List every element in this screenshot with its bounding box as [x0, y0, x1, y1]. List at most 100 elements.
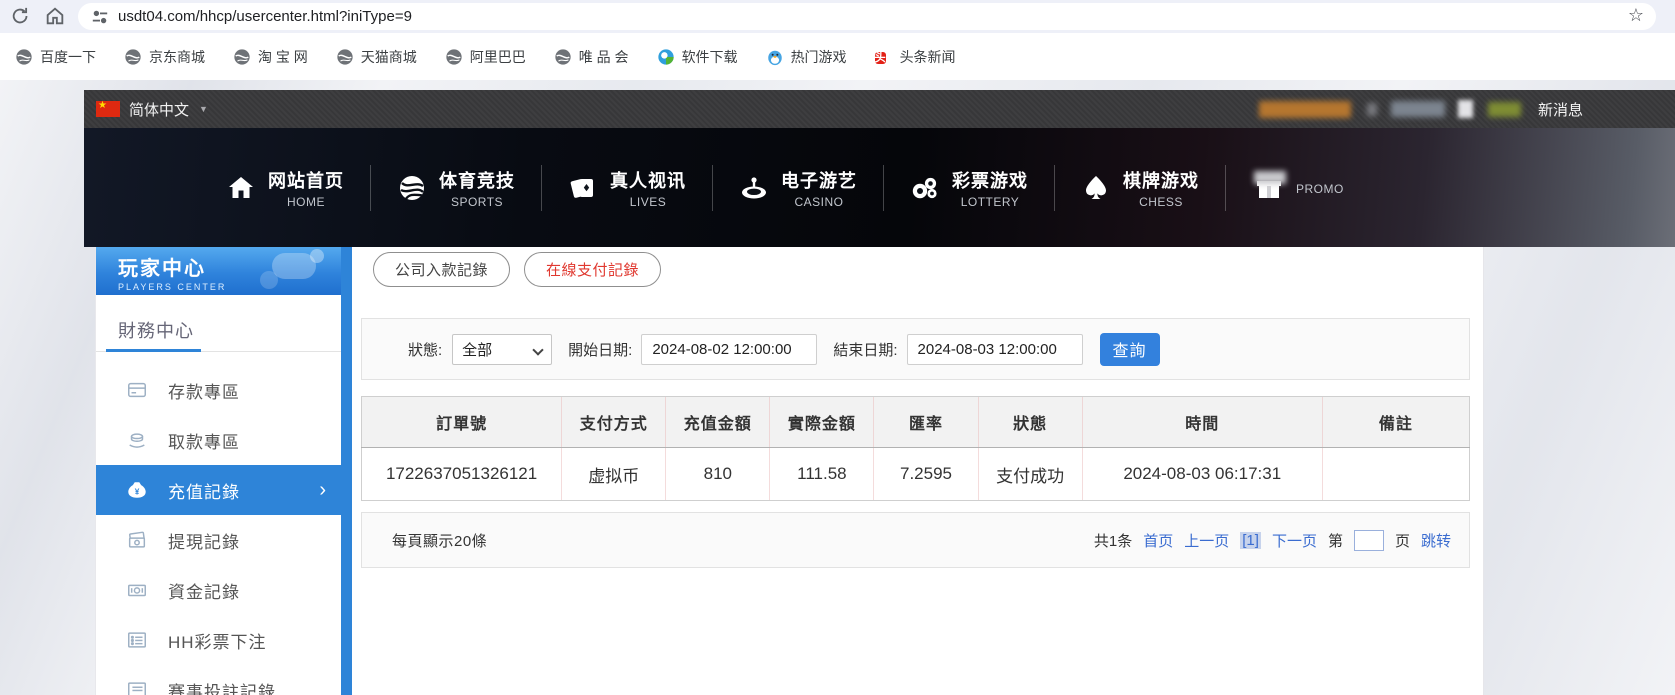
nav-label-zh: 体育竞技 — [439, 170, 515, 191]
status-label: 狀態: — [408, 341, 443, 359]
status-select[interactable]: 全部 — [452, 333, 553, 365]
cell-remark — [1321, 447, 1471, 501]
sidebar-item-deposit[interactable]: 存款專區 — [96, 365, 342, 415]
start-date-input[interactable] — [641, 333, 818, 365]
prev-page-link[interactable]: 上一页 — [1184, 530, 1229, 551]
nav-item-sports[interactable]: 体育竞技 SPORTS — [371, 167, 541, 209]
sidebar-item-recharge-records[interactable]: ¥ 充值記錄 › — [96, 465, 342, 515]
globe-icon — [554, 48, 572, 66]
browser-toolbar: usdt04.com/hhcp/usercenter.html?iniType=… — [0, 0, 1675, 33]
bookmark-label: 头条新闻 — [899, 48, 956, 65]
chevron-down-icon — [532, 343, 544, 356]
globe-icon — [336, 48, 354, 66]
pagination-controls: 共1条 首页 上一页 [1] 下一页 第 页 跳转 — [1083, 529, 1451, 551]
penguin-icon — [766, 48, 784, 66]
sidebar-item-label: 提現記錄 — [168, 532, 240, 552]
bookmark-software[interactable]: 软件下载 — [657, 47, 738, 67]
tab-company-deposit-records[interactable]: 公司入款記錄 — [373, 252, 511, 287]
bookmark-games[interactable]: 热门游戏 — [766, 47, 847, 67]
screen: usdt04.com/hhcp/usercenter.html?iniType=… — [0, 0, 1675, 695]
nav-item-home[interactable]: 网站首页 HOME — [200, 167, 370, 209]
new-message-link[interactable]: 新消息 — [1538, 99, 1583, 120]
china-flag-icon: ★ — [96, 100, 120, 117]
decor-circle — [310, 249, 324, 263]
sidebar-item-hh-lottery-bets[interactable]: HH彩票下注 — [96, 615, 342, 665]
nav-label-en: HOME — [287, 194, 325, 209]
nav-label-en: PROMO — [1296, 181, 1344, 196]
nav-label-zh: 棋牌游戏 — [1123, 170, 1199, 191]
globe-icon — [233, 48, 251, 66]
table-row: 1722637051326121 虚拟币 810 111.58 7.2595 支… — [360, 447, 1471, 501]
url-text[interactable]: usdt04.com/hhcp/usercenter.html?iniType=… — [118, 8, 412, 25]
bookmark-tmall[interactable]: 天猫商城 — [336, 47, 417, 67]
bookmark-taobao[interactable]: 淘 宝 网 — [233, 47, 308, 67]
reload-icon[interactable] — [10, 5, 32, 27]
bookmark-vip[interactable]: 唯 品 会 — [554, 47, 629, 67]
globe-icon — [445, 48, 463, 66]
nav-item-chess[interactable]: 棋牌游戏 CHESS — [1055, 167, 1225, 209]
filter-bar: 狀態: 全部 開始日期: 結束日期: 查詢 — [361, 318, 1470, 380]
sidebar-item-label: 存款專區 — [168, 382, 240, 402]
lottery-balls-icon — [910, 173, 940, 203]
sidebar-item-label: 賽事投註記錄 — [168, 682, 276, 695]
chevron-down-icon: ▼ — [199, 104, 208, 114]
nav-item-lives[interactable]: 真人视讯 LIVES — [542, 167, 712, 209]
bookmark-baidu[interactable]: 百度一下 — [15, 47, 96, 67]
nav-label-zh: 电子游艺 — [781, 170, 857, 191]
sidebar-subtitle: PLAYERS CENTER — [118, 282, 227, 292]
cell-order-no: 1722637051326121 — [360, 447, 562, 501]
globe-icon — [124, 48, 142, 66]
records-table: 訂單號 支付方式 充值金額 實際金額 匯率 狀態 時間 備註 172263705… — [360, 396, 1471, 501]
blurred-balance — [1390, 101, 1445, 117]
decor-circle — [260, 271, 278, 289]
nav-item-promo[interactable]: PROMO — [1226, 170, 1370, 203]
status-select-value: 全部 — [462, 341, 493, 359]
money-bag-icon: ¥ — [126, 479, 148, 501]
bookmark-label: 百度一下 — [40, 48, 96, 65]
sidebar-item-withdrawal-records[interactable]: 提現記錄 — [96, 515, 342, 565]
cell-actual-amount: 111.58 — [769, 447, 874, 501]
sidebar-item-withdraw[interactable]: 取款專區 — [96, 415, 342, 465]
topbar-user-area: 新消息 — [1258, 90, 1583, 128]
webpage: ★ 简体中文 ▼ 新消息 网站首页 HOME 体育竞技 SPORTS 真人视讯 … — [0, 80, 1675, 695]
pagination-bar: 每頁顯示20條 共1条 首页 上一页 [1] 下一页 第 页 跳转 — [361, 512, 1470, 568]
sidebar-item-funds-records[interactable]: 資金記錄 — [96, 565, 342, 615]
col-recharge-amount: 充值金額 — [665, 396, 770, 448]
jump-page-input[interactable] — [1353, 529, 1384, 551]
table-header-row: 訂單號 支付方式 充值金額 實際金額 匯率 狀態 時間 備註 — [360, 396, 1471, 448]
current-page: [1] — [1240, 531, 1261, 549]
sidebar-item-label: 充值記錄 — [168, 482, 240, 502]
per-page-label: 每頁顯示20條 — [392, 532, 488, 550]
next-page-link[interactable]: 下一页 — [1272, 530, 1317, 551]
bookmark-star-icon[interactable]: ☆ — [1628, 5, 1644, 26]
cell-status: 支付成功 — [977, 447, 1083, 501]
svg-text:¥: ¥ — [135, 488, 140, 497]
nav-label-zh: 网站首页 — [268, 170, 344, 191]
bookmark-jd[interactable]: 京东商城 — [124, 47, 205, 67]
bookmark-alibaba[interactable]: 阿里巴巴 — [445, 47, 526, 67]
browser-home-icon[interactable] — [44, 5, 66, 27]
site-settings-icon[interactable] — [91, 8, 109, 26]
search-button[interactable]: 查詢 — [1099, 332, 1160, 366]
end-date-label: 結束日期: — [833, 341, 898, 359]
banknote-icon — [126, 529, 148, 551]
sidebar-scrollbar[interactable] — [341, 247, 352, 695]
sidebar-item-bet-records[interactable]: 賽事投註記錄 — [96, 665, 342, 695]
tab-online-payment-records[interactable]: 在線支付記錄 — [524, 252, 662, 287]
bookmark-toutiao[interactable]: 头 头条新闻 — [874, 47, 956, 67]
end-date-input[interactable] — [906, 333, 1083, 365]
col-time: 時間 — [1081, 396, 1323, 448]
first-page-link[interactable]: 首页 — [1143, 530, 1173, 551]
nav-item-lottery[interactable]: 彩票游戏 LOTTERY — [884, 167, 1054, 209]
sidebar-section-title: 財務中心 — [118, 321, 194, 341]
language-selector[interactable]: ★ 简体中文 ▼ — [96, 90, 208, 128]
sidebar-header: 玩家中心 PLAYERS CENTER — [96, 247, 342, 295]
list-icon — [126, 679, 148, 695]
spade-icon — [1081, 173, 1111, 203]
jump-button[interactable]: 跳转 — [1421, 530, 1451, 551]
address-bar[interactable]: usdt04.com/hhcp/usercenter.html?iniType=… — [78, 3, 1656, 30]
nav-item-casino[interactable]: 电子游艺 CASINO — [713, 167, 883, 209]
sports-ball-icon — [397, 173, 427, 203]
nav-label-zh: 真人视讯 — [610, 170, 686, 191]
language-label: 简体中文 — [129, 101, 190, 119]
